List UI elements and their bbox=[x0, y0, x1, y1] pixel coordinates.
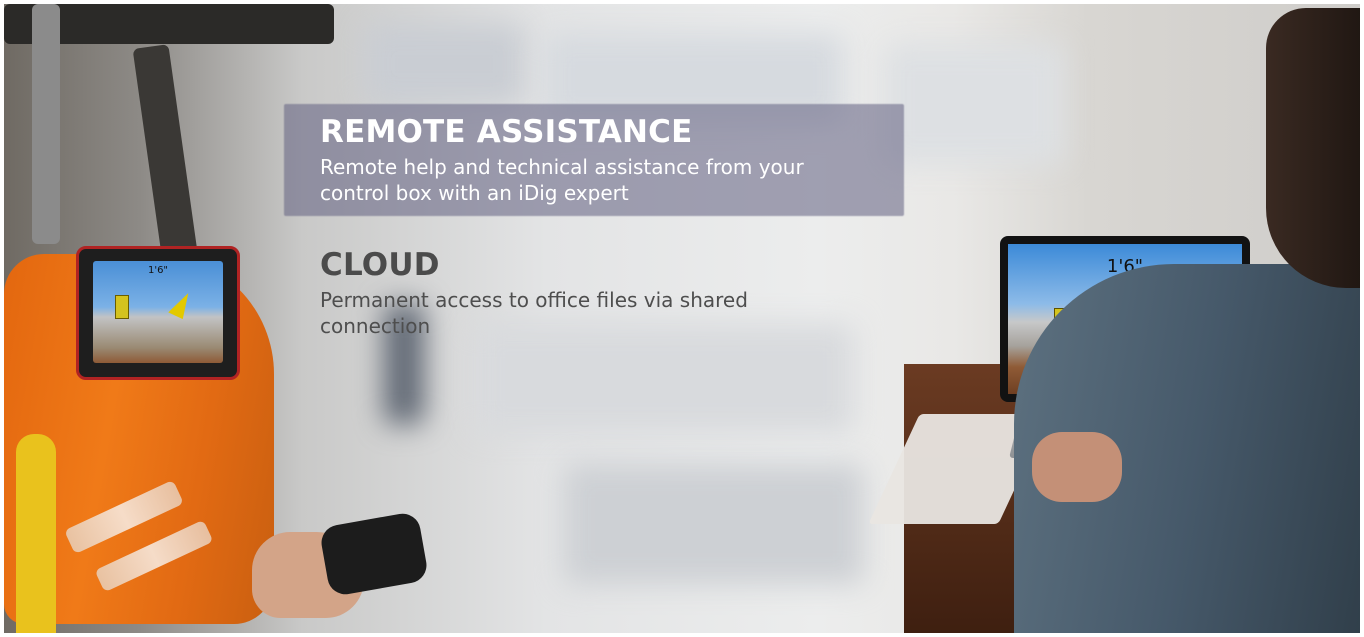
remote-assistance-text: Remote help and technical assistance fro… bbox=[320, 155, 804, 205]
blade-graphic bbox=[168, 288, 194, 320]
cab-control-box-tablet: 1'6" bbox=[76, 246, 240, 380]
bucket-graphic bbox=[115, 295, 129, 319]
yellow-handrail bbox=[16, 434, 56, 633]
cloud-text: Permanent access to office files via sha… bbox=[320, 288, 748, 338]
cloud-heading: CLOUD bbox=[320, 247, 440, 283]
cab-pillar bbox=[32, 4, 60, 244]
office-expert-hand bbox=[1032, 432, 1122, 502]
cloud-block: CLOUD Permanent access to office files v… bbox=[320, 247, 840, 339]
remote-assistance-heading: REMOTE ASSISTANCE bbox=[320, 114, 693, 150]
remote-assistance-block: REMOTE ASSISTANCE Remote help and techni… bbox=[320, 114, 840, 206]
office-expert-head bbox=[1266, 8, 1360, 288]
tablet-depth-readout: 1'6" bbox=[147, 265, 169, 276]
tablet-screen: 1'6" bbox=[93, 261, 223, 363]
hero-banner: 1'6" 1'6" REMOTE ASSISTANCE Remote help … bbox=[4, 4, 1360, 633]
